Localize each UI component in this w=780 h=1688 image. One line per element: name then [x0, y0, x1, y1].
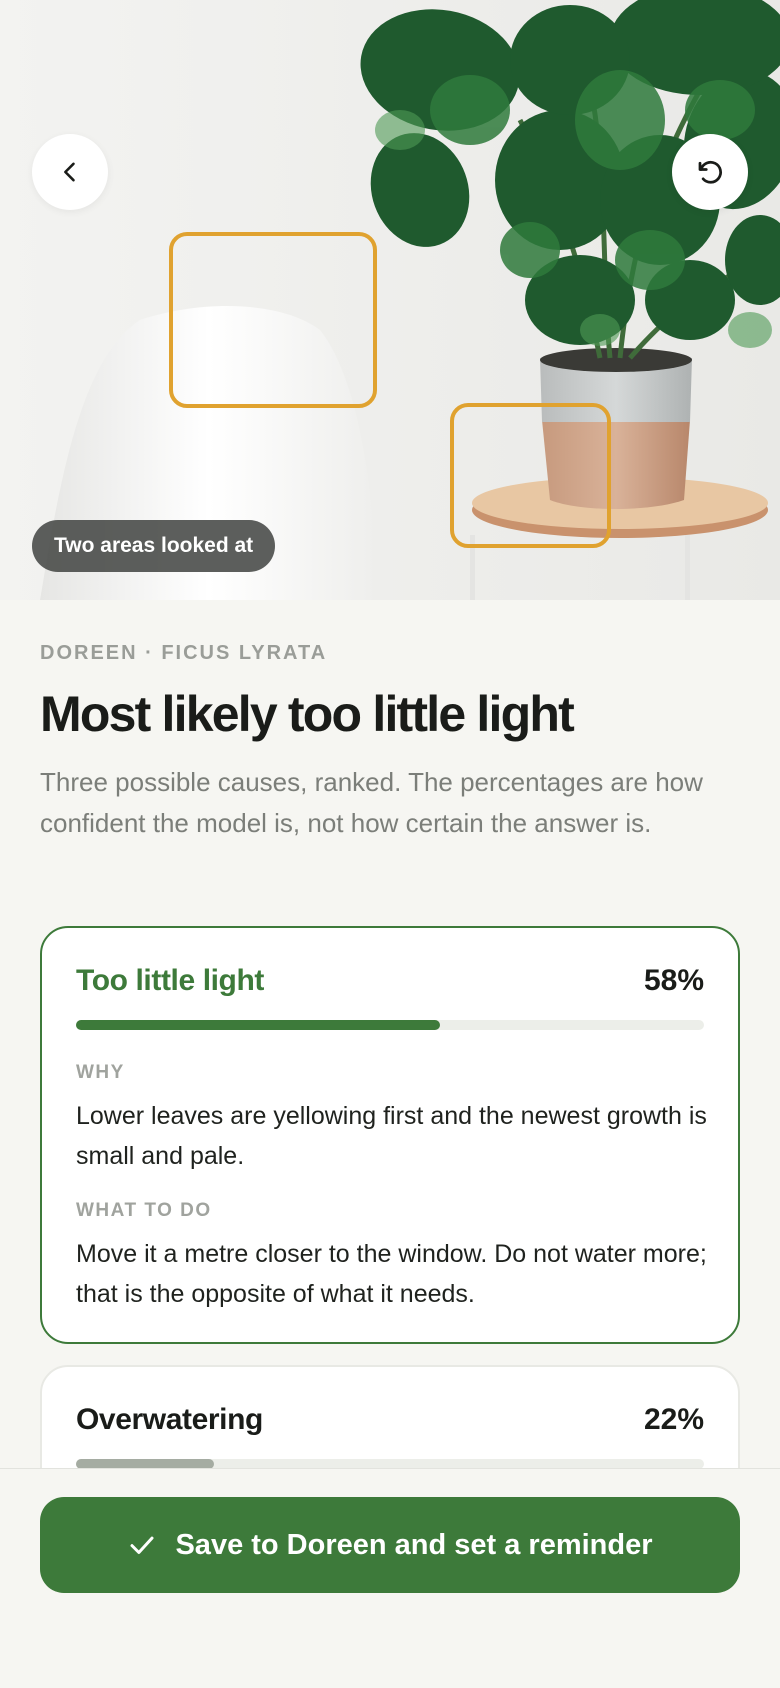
explanation-text: Three possible causes, ranked. The perce…	[40, 767, 703, 838]
confidence-bar-fill	[76, 1020, 441, 1030]
diagnosis-photo: Two areas looked at	[0, 0, 780, 600]
focus-area-highlight	[450, 403, 611, 548]
why-text: Lower leaves are yellowing first and the…	[76, 1102, 707, 1170]
areas-looked-at-badge: Two areas looked at	[32, 520, 276, 572]
save-and-remind-button[interactable]: Save to Doreen and set a reminder	[40, 1497, 740, 1593]
cause-title: Overwatering	[76, 1403, 263, 1436]
confidence-bar	[76, 1020, 704, 1030]
focus-area-highlight	[169, 232, 377, 408]
what-to-do-label: WHAT TO DO	[76, 1200, 212, 1221]
check-icon	[127, 1530, 157, 1560]
retake-button[interactable]	[672, 134, 748, 210]
back-button[interactable]	[32, 134, 108, 210]
plant-eyebrow: DOREEN · FICUS LYRATA	[40, 642, 328, 664]
cause-title: Too little light	[76, 964, 264, 997]
bottom-action-bar: Save to Doreen and set a reminder	[0, 1468, 780, 1688]
cause-card[interactable]: Too little light 58% WHY Lower leaves ar…	[40, 926, 740, 1344]
plant-photo-illustration	[0, 0, 780, 600]
rotate-ccw-icon	[695, 157, 725, 187]
page-title: Most likely too little light	[40, 686, 575, 742]
cause-percent: 58%	[643, 964, 704, 997]
why-label: WHY	[76, 1062, 125, 1083]
diagnosis-summary: DOREEN · FICUS LYRATA Most likely too li…	[40, 600, 740, 844]
chevron-left-icon	[56, 158, 84, 186]
save-button-label: Save to Doreen and set a reminder	[175, 1528, 653, 1561]
what-to-do-text: Move it a metre closer to the window. Do…	[76, 1240, 707, 1308]
cause-percent: 22%	[643, 1403, 704, 1436]
